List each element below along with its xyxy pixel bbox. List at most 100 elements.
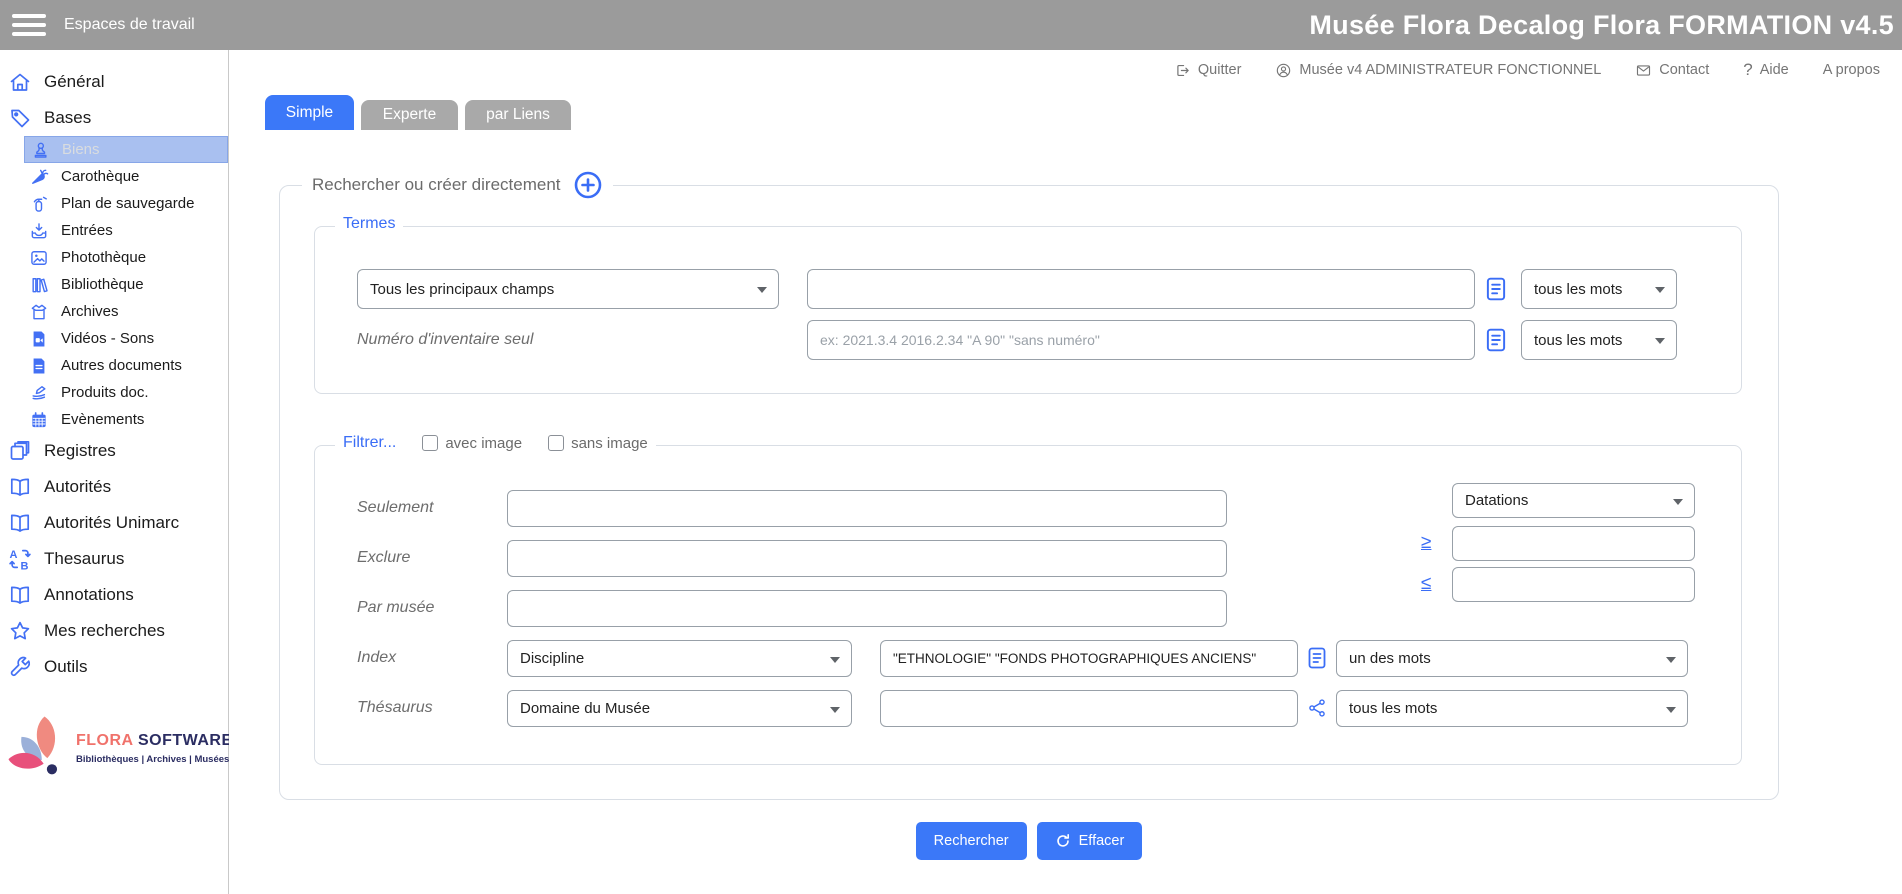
sidebar-item-entrees[interactable]: Entrées [24, 217, 228, 244]
gte-link[interactable]: ≥ [1421, 532, 1431, 554]
sidebar-item-videos-sons[interactable]: Vidéos - Sons [24, 325, 228, 352]
index-field-select[interactable]: Discipline [507, 640, 852, 677]
tab-simple[interactable]: Simple [265, 95, 354, 130]
user-link[interactable]: Musée v4 ADMINISTRATEUR FONCTIONNEL [1275, 62, 1601, 79]
flora-tagline: Bibliothèques | Archives | Musées [76, 754, 233, 765]
sidebar-item-plan-de-sauvegarde[interactable]: Plan de sauvegarde [24, 190, 228, 217]
sidebar-item-mes-recherches[interactable]: Mes recherches [8, 613, 228, 649]
sidebar-item-annotations[interactable]: Annotations [8, 577, 228, 613]
archive-box-icon [29, 302, 49, 322]
effacer-button[interactable]: Effacer [1037, 822, 1143, 860]
sidebar-item-thesaurus[interactable]: AB Thesaurus [8, 541, 228, 577]
index-book-icon[interactable] [1307, 646, 1327, 670]
terms-search-input[interactable] [807, 269, 1475, 309]
mail-icon [1635, 62, 1652, 79]
apropos-link[interactable]: A propos [1823, 62, 1880, 78]
sidebar-item-carotheque[interactable]: Carothèque [24, 163, 228, 190]
rechercher-button[interactable]: Rechercher [916, 822, 1027, 860]
aide-link[interactable]: ? Aide [1743, 60, 1789, 80]
session-header: Quitter Musée v4 ADMINISTRATEUR FONCTION… [229, 50, 1902, 90]
refresh-icon [1055, 833, 1071, 849]
avec-image-checkbox[interactable]: avec image [422, 435, 522, 452]
par-musee-label: Par musée [357, 599, 434, 617]
sidebar-item-produits-doc[interactable]: Produits doc. [24, 379, 228, 406]
index-mode-select[interactable]: un des mots [1336, 640, 1688, 677]
wrench-icon [8, 655, 32, 679]
topbar: Espaces de travail Musée Flora Decalog F… [0, 0, 1902, 50]
tag-icon [8, 106, 32, 130]
main-area: Quitter Musée v4 ADMINISTRATEUR FONCTION… [229, 50, 1902, 894]
exclure-input[interactable] [507, 540, 1227, 577]
filtrer-link[interactable]: Filtrer... [343, 434, 396, 452]
tab-experte[interactable]: Experte [361, 100, 458, 130]
seulement-label: Seulement [357, 499, 434, 517]
sidebar-item-archives[interactable]: Archives [24, 298, 228, 325]
termes-legend: Termes [335, 215, 403, 233]
thesaurus-label: Thésaurus [357, 699, 433, 717]
sidebar-item-phototheque[interactable]: Photothèque [24, 244, 228, 271]
extinguisher-icon [29, 194, 49, 214]
field-select[interactable]: Tous les principaux champs [357, 269, 779, 309]
sidebar-item-bases[interactable]: Bases [8, 100, 228, 136]
datation-min-input[interactable] [1452, 526, 1695, 561]
workspace-label: Espaces de travail [64, 16, 195, 34]
sidebar-item-outils[interactable]: Outils [8, 649, 228, 685]
datations-select[interactable]: Datations [1452, 483, 1695, 518]
flora-flower-icon [2, 711, 76, 785]
thesaurus-value-input[interactable] [880, 690, 1298, 727]
flora-logo: FLORA SOFTWARE Bibliothèques | Archives … [2, 711, 228, 785]
logout-icon [1174, 62, 1191, 79]
open-book-icon [8, 475, 32, 499]
termes-row-principal: Tous les principaux champs tous les mots [357, 269, 1677, 309]
seulement-input[interactable] [507, 490, 1227, 527]
datation-max-input[interactable] [1452, 567, 1695, 602]
sidebar-item-autorites[interactable]: Autorités [8, 469, 228, 505]
quitter-link[interactable]: Quitter [1174, 62, 1242, 79]
lte-link[interactable]: ≤ [1421, 573, 1431, 595]
registers-icon [8, 439, 32, 463]
numero-label: Numéro d'inventaire seul [357, 331, 779, 349]
termes-row-numero: Numéro d'inventaire seul tous les mots [357, 320, 1677, 360]
document-icon [29, 356, 49, 376]
star-icon [8, 619, 32, 643]
sidebar-item-biens[interactable]: Biens [24, 136, 228, 163]
menu-hamburger-icon[interactable] [12, 14, 46, 36]
svg-text:B: B [21, 561, 29, 572]
par-musee-input[interactable] [507, 590, 1227, 627]
sidebar-nav: Général Bases Biens Carothèque Plan de s… [0, 64, 228, 685]
search-panel: Rechercher ou créer directement Termes T… [279, 185, 1779, 800]
sans-image-checkbox[interactable]: sans image [548, 435, 648, 452]
sidebar-item-evenements[interactable]: Evènements [24, 406, 228, 433]
sidebar-item-autorites-unimarc[interactable]: Autorités Unimarc [8, 505, 228, 541]
open-book-icon [8, 511, 32, 535]
question-icon: ? [1743, 60, 1752, 80]
index-book-icon[interactable] [1485, 276, 1507, 302]
termes-section: Termes Tous les principaux champs tous l… [314, 226, 1742, 394]
index-value-input[interactable] [880, 640, 1298, 677]
sidebar-item-bibliotheque[interactable]: Bibliothèque [24, 271, 228, 298]
sidebar: Général Bases Biens Carothèque Plan de s… [0, 50, 229, 894]
mode-select-1[interactable]: tous les mots [1521, 269, 1677, 309]
filtrer-section: Filtrer... avec image sans image Seuleme… [314, 445, 1742, 765]
video-doc-icon [29, 329, 49, 349]
checkbox-icon [548, 435, 564, 451]
thesaurus-field-select[interactable]: Domaine du Musée [507, 690, 852, 727]
books-icon [29, 275, 49, 295]
sidebar-item-autres-documents[interactable]: Autres documents [24, 352, 228, 379]
search-tabs: Simple Experte par Liens [265, 95, 1902, 130]
mode-select-2[interactable]: tous les mots [1521, 320, 1677, 360]
sidebar-item-registres[interactable]: Registres [8, 433, 228, 469]
sidebar-item-general[interactable]: Général [8, 64, 228, 100]
thesaurus-mode-select[interactable]: tous les mots [1336, 690, 1688, 727]
thesaurus-share-icon[interactable] [1307, 696, 1327, 720]
create-plus-icon[interactable] [573, 170, 603, 200]
actions-bar: Rechercher Effacer [279, 822, 1779, 860]
contact-link[interactable]: Contact [1635, 62, 1709, 79]
numero-input[interactable] [807, 320, 1475, 360]
index-book-icon[interactable] [1485, 327, 1507, 353]
artifact-icon [30, 140, 50, 160]
filtrer-legend: Filtrer... avec image sans image [335, 434, 656, 452]
svg-text:A: A [10, 549, 18, 561]
papers-icon [29, 383, 49, 403]
tab-par-liens[interactable]: par Liens [465, 100, 571, 130]
